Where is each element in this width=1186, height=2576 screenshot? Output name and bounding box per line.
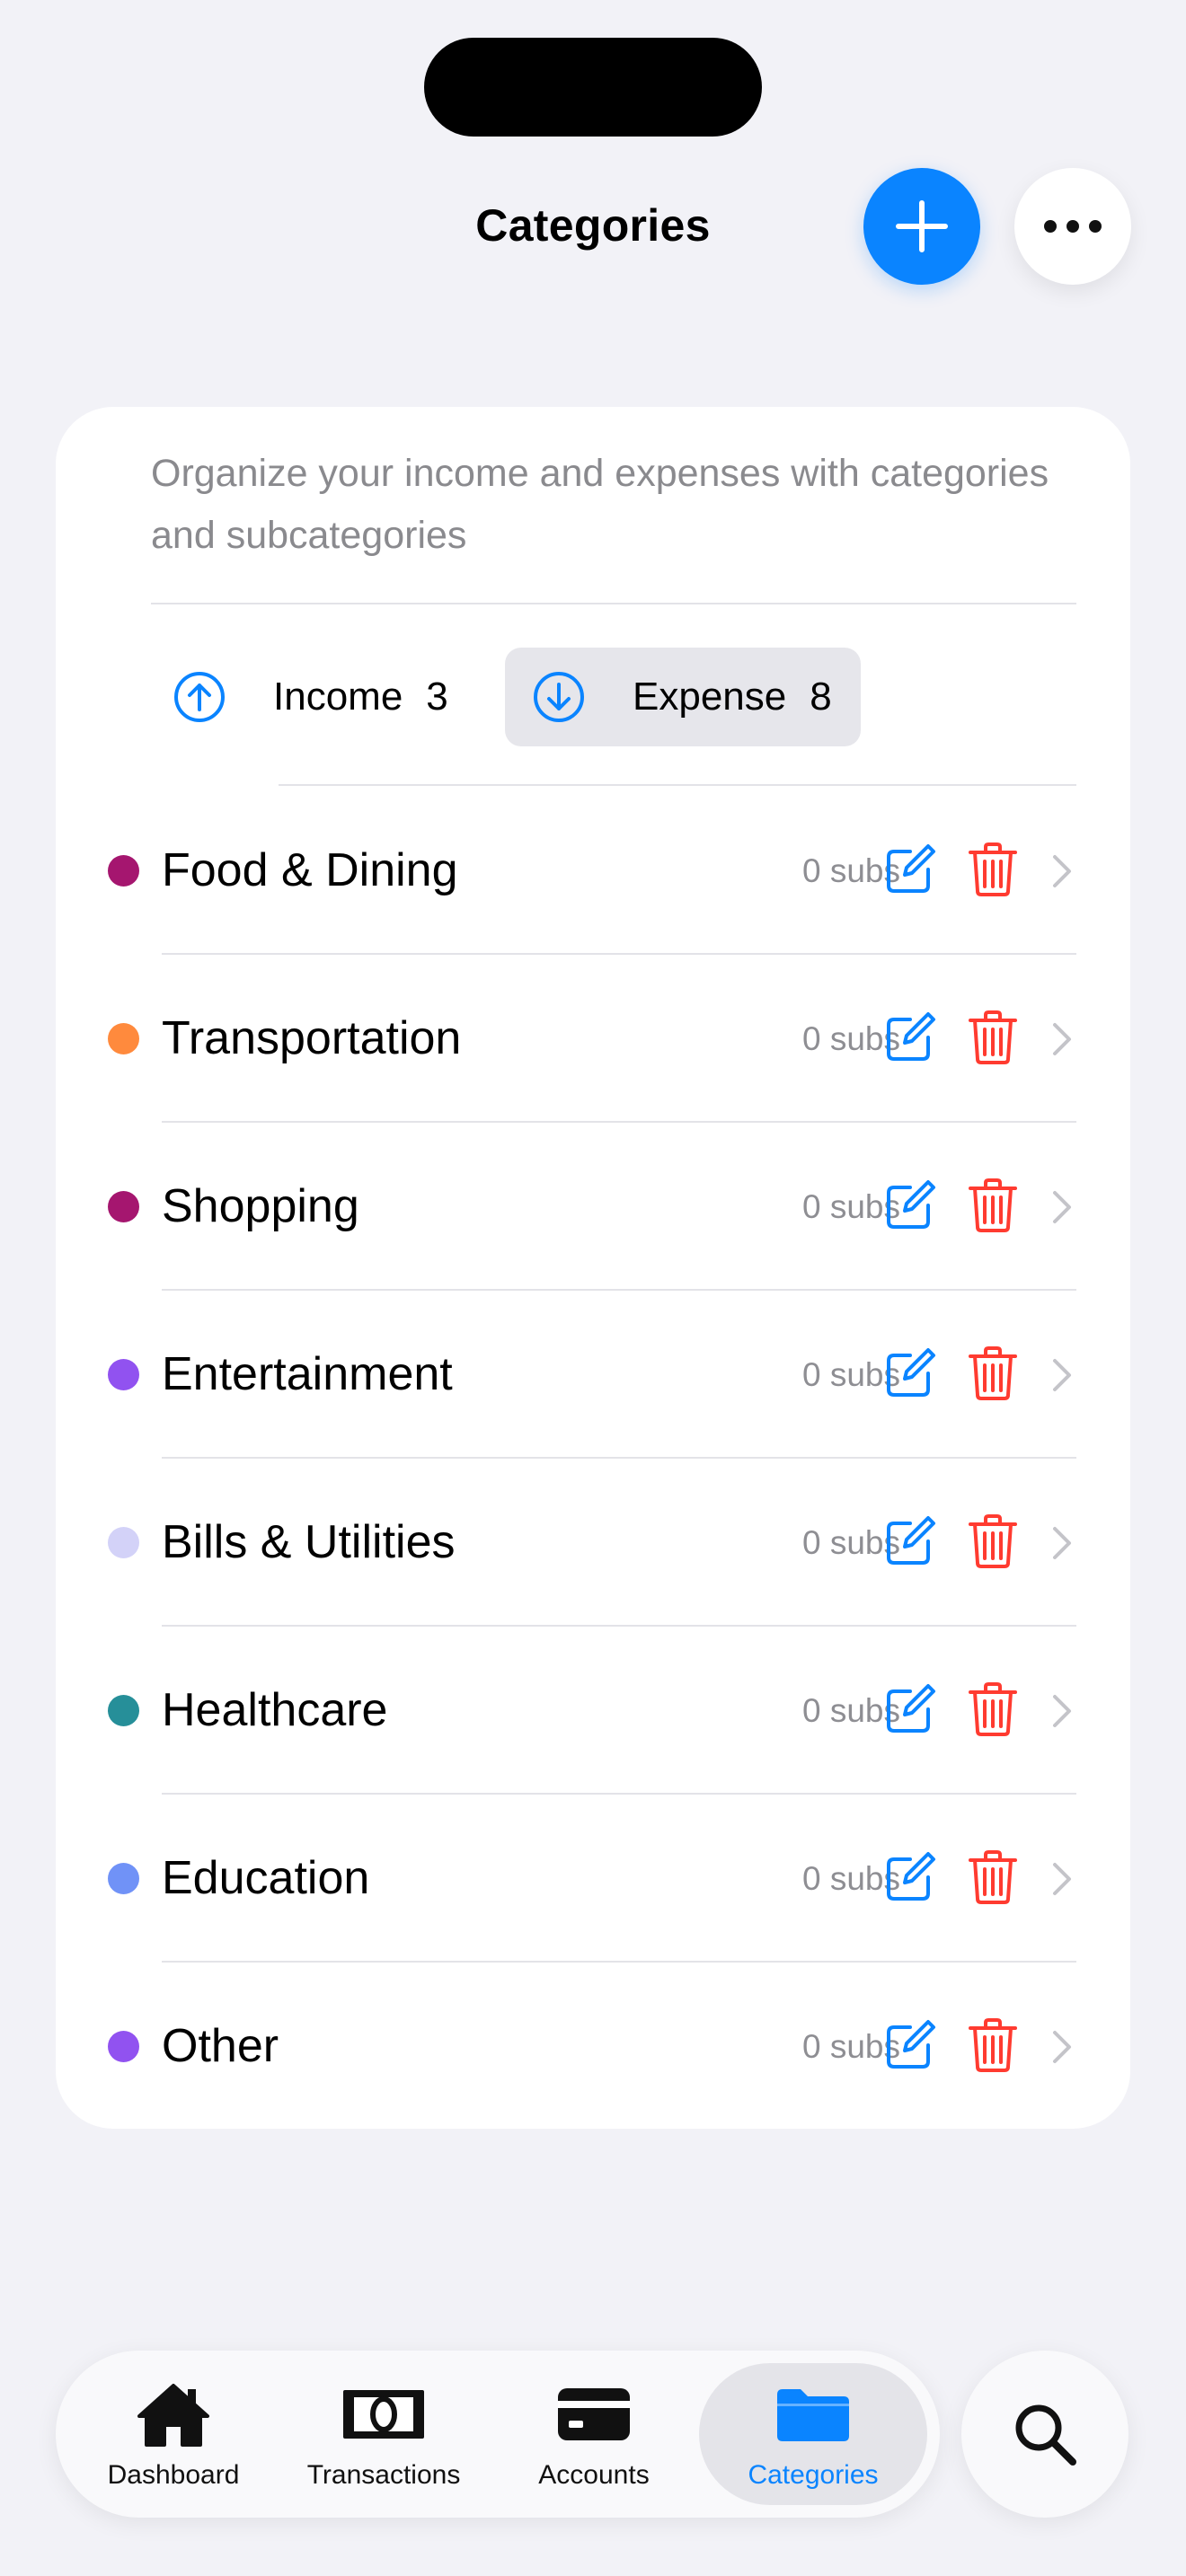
folder-icon	[699, 2379, 927, 2449]
category-subs-count: 0 subs	[801, 1020, 900, 1057]
chevron-right-icon	[1053, 2031, 1071, 2063]
edit-icon[interactable]	[883, 1346, 937, 1400]
chevron-right-icon	[1053, 1191, 1071, 1223]
house-icon	[68, 2379, 279, 2449]
edit-icon[interactable]	[883, 1682, 937, 1736]
chevron-right-icon	[1053, 1695, 1071, 1727]
tab-accounts-label: Accounts	[538, 2460, 650, 2490]
trash-icon[interactable]	[969, 2017, 1017, 2073]
edit-icon[interactable]	[883, 1178, 937, 1232]
tab-dashboard-label: Dashboard	[107, 2460, 240, 2490]
tab-dashboard[interactable]: Dashboard	[68, 2351, 279, 2518]
trash-icon[interactable]	[969, 842, 1017, 897]
trash-icon[interactable]	[969, 1178, 1017, 1233]
category-row[interactable]: Other 0 subs	[56, 1963, 1130, 2130]
add-category-button[interactable]	[863, 168, 980, 285]
category-name: Bills & Utilities	[162, 1516, 456, 1568]
segment-expense-label: Expense	[633, 675, 787, 719]
ellipsis-icon	[1044, 220, 1102, 233]
trash-icon[interactable]	[969, 1849, 1017, 1905]
category-color-dot	[108, 1023, 139, 1054]
page-title: Categories	[475, 200, 711, 251]
search-button[interactable]	[961, 2351, 1128, 2518]
category-name: Food & Dining	[162, 844, 458, 896]
dynamic-island	[424, 38, 762, 137]
category-color-dot	[108, 1359, 139, 1390]
segment-income[interactable]: Income 3	[173, 648, 532, 746]
arrow-down-circle-icon	[532, 670, 586, 724]
categories-description: Organize your income and expenses with c…	[151, 452, 1049, 557]
chevron-right-icon	[1053, 1023, 1071, 1055]
more-options-button[interactable]	[1014, 168, 1131, 285]
category-row[interactable]: Bills & Utilities 0 subs	[56, 1459, 1130, 1627]
segment-expense-count: 8	[810, 675, 832, 719]
category-row[interactable]: Entertainment 0 subs	[56, 1291, 1130, 1459]
plus-icon	[896, 200, 948, 252]
segment-income-count: 3	[426, 675, 448, 719]
chevron-right-icon	[1053, 1359, 1071, 1391]
category-color-dot	[108, 1863, 139, 1894]
trash-icon[interactable]	[969, 1010, 1017, 1065]
category-name: Entertainment	[162, 1348, 453, 1400]
category-subs-count: 0 subs	[801, 1692, 900, 1729]
category-subs-count: 0 subs	[801, 1188, 900, 1225]
edit-icon[interactable]	[883, 1010, 937, 1064]
category-subs-count: 0 subs	[801, 2028, 900, 2065]
tab-accounts[interactable]: Accounts	[489, 2351, 699, 2518]
category-color-dot	[108, 1695, 139, 1726]
category-subs-count: 0 subs	[801, 852, 900, 889]
category-row[interactable]: Transportation 0 subs	[56, 955, 1130, 1123]
category-row[interactable]: Education 0 subs	[56, 1795, 1130, 1963]
category-name: Other	[162, 2020, 279, 2072]
segment-income-label: Income	[273, 675, 403, 719]
category-name: Transportation	[162, 1012, 462, 1064]
edit-icon[interactable]	[883, 1850, 937, 1904]
tab-transactions[interactable]: Transactions	[279, 2351, 489, 2518]
chevron-right-icon	[1053, 1527, 1071, 1559]
segment-expense[interactable]: Expense 8	[505, 648, 861, 746]
category-color-dot	[108, 1527, 139, 1558]
search-icon	[1015, 2404, 1076, 2466]
category-subs-count: 0 subs	[801, 1356, 900, 1393]
chevron-right-icon	[1053, 1863, 1071, 1895]
arrow-up-circle-icon	[173, 670, 226, 724]
category-row[interactable]: Shopping 0 subs	[56, 1123, 1130, 1291]
trash-icon[interactable]	[969, 1513, 1017, 1569]
category-name: Education	[162, 1852, 370, 1904]
category-name: Shopping	[162, 1180, 359, 1232]
edit-icon[interactable]	[883, 1514, 937, 1568]
edit-icon[interactable]	[883, 2018, 937, 2072]
category-name: Healthcare	[162, 1684, 388, 1736]
card-icon	[489, 2379, 699, 2449]
category-row[interactable]: Healthcare 0 subs	[56, 1627, 1130, 1795]
tab-bar: Dashboard Transactions Accounts Categori…	[56, 2351, 940, 2518]
trash-icon[interactable]	[969, 1345, 1017, 1401]
trash-icon[interactable]	[969, 1681, 1017, 1737]
categories-card: Organize your income and expenses with c…	[56, 407, 1130, 2129]
category-color-dot	[108, 2031, 139, 2062]
category-row[interactable]: Food & Dining 0 subs	[56, 787, 1130, 955]
tab-transactions-label: Transactions	[306, 2460, 461, 2490]
chevron-right-icon	[1053, 855, 1071, 887]
tab-categories[interactable]: Categories	[699, 2351, 927, 2518]
category-subs-count: 0 subs	[801, 1524, 900, 1561]
category-subs-count: 0 subs	[801, 1860, 900, 1897]
category-color-dot	[108, 855, 139, 887]
category-color-dot	[108, 1191, 139, 1222]
divider	[279, 784, 1076, 786]
banknote-icon	[279, 2379, 489, 2449]
edit-icon[interactable]	[883, 842, 937, 896]
divider	[151, 603, 1076, 604]
tab-categories-label: Categories	[748, 2460, 879, 2490]
